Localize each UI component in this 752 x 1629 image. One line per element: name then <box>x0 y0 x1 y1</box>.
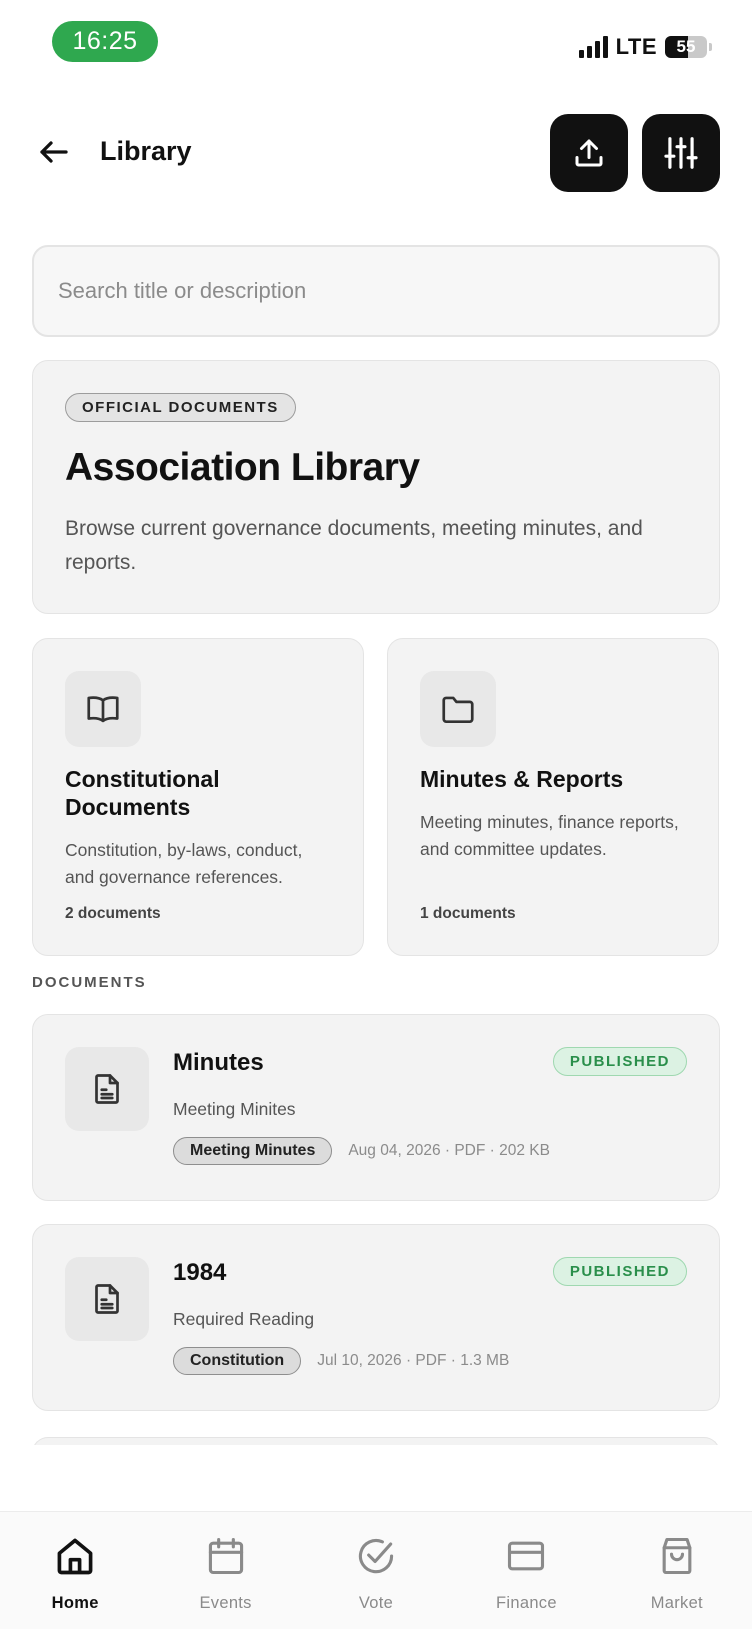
status-badge: PUBLISHED <box>552 1257 687 1286</box>
shopping-bag-icon <box>653 1532 701 1580</box>
nav-label: Events <box>199 1594 252 1612</box>
nav-item-finance[interactable]: Finance <box>451 1512 601 1629</box>
category-count: 2 documents <box>65 905 161 922</box>
document-meta: Meeting Minutes Aug 04, 2026 · PDF · 202… <box>173 1137 550 1165</box>
nav-label: Finance <box>496 1594 557 1612</box>
document-icon <box>65 1257 149 1341</box>
network-label: LTE <box>615 34 657 59</box>
document-info: Aug 04, 2026 · PDF · 202 KB <box>348 1142 550 1159</box>
status-time: 16:25 <box>72 27 138 55</box>
document-description: Required Reading <box>173 1309 315 1329</box>
back-button[interactable] <box>36 134 72 170</box>
documents-section-label: DOCUMENTS <box>32 974 147 991</box>
check-circle-icon <box>352 1532 400 1580</box>
document-description: Meeting Minites <box>173 1099 296 1119</box>
arrow-left-icon <box>40 141 68 163</box>
sliders-icon <box>664 137 698 169</box>
signal-icon <box>578 36 608 58</box>
nav-item-vote[interactable]: Vote <box>301 1512 451 1629</box>
document-meta: Constitution Jul 10, 2026 · PDF · 1.3 MB <box>173 1347 509 1375</box>
bottom-nav: Home Events Vote Finance Market <box>0 1511 752 1629</box>
document-title: 1984 <box>173 1259 227 1286</box>
search-bar[interactable] <box>32 245 720 337</box>
document-icon <box>65 1047 149 1131</box>
battery-level: 55 <box>676 37 696 56</box>
category-title: Constitutional Documents <box>65 766 220 820</box>
library-hero-card: OFFICIAL DOCUMENTS Association Library B… <box>32 360 720 614</box>
category-card-constitutional[interactable]: Constitutional Documents Constitution, b… <box>32 638 364 956</box>
nav-label: Home <box>51 1594 99 1612</box>
calendar-icon <box>202 1532 250 1580</box>
battery-tip <box>709 43 712 51</box>
nav-label: Market <box>650 1594 703 1612</box>
status-indicators: LTE 55 <box>578 34 712 60</box>
category-card-minutes-reports[interactable]: Minutes & Reports Meeting minutes, finan… <box>387 638 719 956</box>
document-title: Minutes <box>173 1049 264 1076</box>
upload-icon <box>575 139 603 167</box>
header: Library <box>32 112 720 192</box>
category-description: Meeting minutes, finance reports, and co… <box>420 812 679 859</box>
document-category-chip: Meeting Minutes <box>173 1137 333 1165</box>
category-description: Constitution, by-laws, conduct, and gove… <box>65 840 303 887</box>
page-title: Library <box>100 136 192 166</box>
time-pill: 16:25 <box>52 21 158 62</box>
nav-item-home[interactable]: Home <box>0 1512 150 1629</box>
nav-item-market[interactable]: Market <box>602 1512 752 1629</box>
home-icon <box>51 1532 99 1580</box>
category-count: 1 documents <box>420 905 516 922</box>
document-category-chip: Constitution <box>173 1347 302 1375</box>
folder-icon <box>420 671 496 747</box>
category-title: Minutes & Reports <box>420 766 624 792</box>
battery-icon: 55 <box>665 36 707 58</box>
document-info: Jul 10, 2026 · PDF · 1.3 MB <box>317 1352 510 1369</box>
scroll-fade <box>0 1445 752 1511</box>
status-badge: PUBLISHED <box>552 1047 687 1076</box>
status-bar: 16:25 LTE 55 <box>0 0 752 84</box>
filter-button[interactable] <box>642 114 720 192</box>
official-documents-tag: OFFICIAL DOCUMENTS <box>65 393 296 422</box>
hero-title: Association Library <box>65 446 420 489</box>
search-input[interactable] <box>58 278 718 304</box>
hero-description: Browse current governance documents, mee… <box>65 517 643 574</box>
document-card[interactable]: 1984 PUBLISHED Required Reading Constitu… <box>32 1224 720 1411</box>
book-icon <box>65 671 141 747</box>
upload-button[interactable] <box>550 114 628 192</box>
nav-item-events[interactable]: Events <box>150 1512 300 1629</box>
card-icon <box>502 1532 550 1580</box>
document-card[interactable]: Minutes PUBLISHED Meeting Minites Meetin… <box>32 1014 720 1201</box>
nav-label: Vote <box>358 1594 394 1612</box>
